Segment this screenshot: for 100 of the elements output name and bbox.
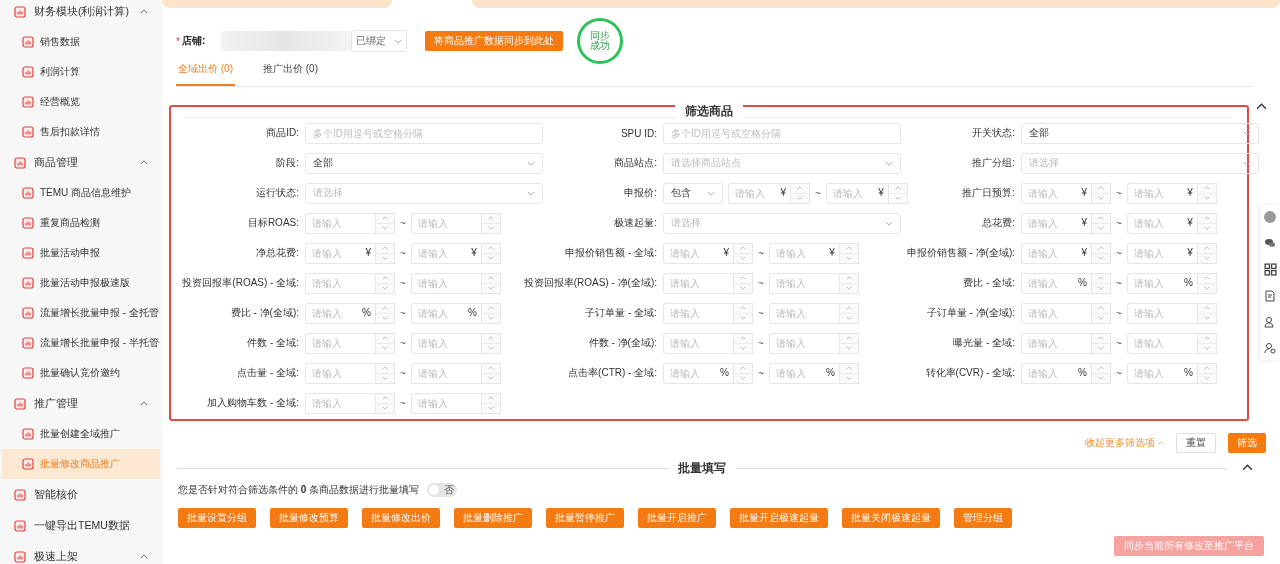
number-field[interactable]: 请输入 <box>410 272 481 294</box>
user-icon[interactable] <box>1264 316 1276 328</box>
stepper[interactable] <box>1091 362 1111 384</box>
stepper[interactable] <box>375 242 395 264</box>
stepper[interactable] <box>375 392 395 414</box>
menu-group[interactable]: 智能核价 <box>0 479 162 510</box>
stepper[interactable] <box>480 272 501 294</box>
number-field[interactable]: 请输入 <box>1021 302 1091 324</box>
unit-label: ¥ <box>365 246 371 259</box>
stepper[interactable] <box>733 302 753 324</box>
number-field[interactable]: 请输入 <box>768 302 839 324</box>
stepper[interactable] <box>790 182 810 204</box>
number-field[interactable]: 请输入 <box>305 212 375 234</box>
number-field[interactable]: 请输入 <box>410 392 481 414</box>
menu-group[interactable]: 极速上架 <box>0 541 162 564</box>
stepper[interactable] <box>733 242 753 264</box>
stepper[interactable] <box>1196 302 1217 324</box>
stepper[interactable] <box>1196 362 1217 384</box>
number-field[interactable]: 请输入 <box>768 332 839 354</box>
stepper[interactable] <box>838 332 859 354</box>
stepper[interactable] <box>1091 332 1111 354</box>
stepper[interactable] <box>1091 242 1111 264</box>
stepper[interactable] <box>1196 242 1217 264</box>
select-field[interactable]: 全部 <box>305 152 543 174</box>
stepper[interactable] <box>480 242 501 264</box>
menu-item[interactable]: 销售数据 <box>2 27 160 57</box>
stepper[interactable] <box>1091 212 1111 234</box>
stepper[interactable] <box>1196 182 1217 204</box>
number-field[interactable]: 请输入 <box>305 272 375 294</box>
stepper[interactable] <box>1091 302 1111 324</box>
chevron-up-icon <box>1203 336 1210 340</box>
number-field[interactable]: 请输入 <box>410 332 481 354</box>
menu-item[interactable]: 利润计算 <box>2 57 160 87</box>
number-field[interactable]: 请输入 <box>663 302 733 324</box>
tab[interactable]: 推广出价 (0) <box>261 58 320 86</box>
menu-item[interactable]: 批量创建全域推广 <box>2 419 160 449</box>
avatar-icon[interactable] <box>1264 211 1276 223</box>
stepper[interactable] <box>838 242 859 264</box>
menu-group[interactable]: 一键导出TEMU数据 <box>0 510 162 541</box>
chevron-down-icon <box>845 346 852 350</box>
menu-item[interactable]: TEMU 商品信息维护 <box>2 178 160 208</box>
number-field[interactable]: 请输入 <box>768 272 839 294</box>
number-field[interactable]: 请输入 <box>410 212 481 234</box>
qr-code-icon[interactable] <box>1263 263 1277 276</box>
stepper[interactable] <box>375 332 395 354</box>
collapse-toggle[interactable] <box>1256 103 1267 110</box>
menu-item[interactable]: 售后扣款详情 <box>2 117 160 147</box>
stepper[interactable] <box>375 272 395 294</box>
stepper[interactable] <box>375 302 395 324</box>
menu-item[interactable]: 经营概览 <box>2 87 160 117</box>
stepper[interactable] <box>838 272 859 294</box>
menu-item[interactable]: 批量活动申报极速版 <box>2 268 160 298</box>
stepper[interactable] <box>887 182 908 204</box>
stepper[interactable] <box>733 362 753 384</box>
reset-button[interactable]: 重置 <box>1176 433 1216 453</box>
stepper[interactable] <box>480 302 501 324</box>
stepper[interactable] <box>1091 182 1111 204</box>
number-field[interactable]: 请输入 <box>305 332 375 354</box>
stepper[interactable] <box>838 362 859 384</box>
top-tab[interactable] <box>162 0 392 8</box>
menu-item[interactable]: 重复商品检测 <box>2 208 160 238</box>
top-tab[interactable] <box>472 0 1280 8</box>
number-field[interactable]: 请输入 <box>663 272 733 294</box>
stepper[interactable] <box>375 362 395 384</box>
stepper[interactable] <box>1196 212 1217 234</box>
menu-group[interactable]: 商品管理 <box>0 147 162 178</box>
menu-item[interactable]: 批量确认竞价邀约 <box>2 358 160 388</box>
menu-group[interactable]: 财务模块(利润计算) <box>0 0 162 27</box>
stepper[interactable] <box>480 392 501 414</box>
toggle-switch[interactable]: 否 <box>427 483 458 497</box>
menu-item[interactable]: 批量活动申报 <box>2 238 160 268</box>
menu-group[interactable]: 推广管理 <box>0 388 162 419</box>
stepper[interactable] <box>1196 272 1217 294</box>
select-field[interactable]: 全部 <box>1021 122 1259 144</box>
document-edit-icon[interactable] <box>1264 290 1276 302</box>
stepper[interactable] <box>733 332 753 354</box>
user-settings-icon[interactable] <box>1264 342 1276 354</box>
number-field[interactable]: 请输入 <box>1021 332 1091 354</box>
stepper[interactable] <box>1196 332 1217 354</box>
menu-item[interactable]: 流量增长批量申报 - 半托管 <box>2 328 160 358</box>
number-field[interactable]: 请输入 <box>305 392 375 414</box>
stepper[interactable] <box>480 362 501 384</box>
collapse-toggle[interactable] <box>1242 464 1253 471</box>
select-field[interactable]: 已绑定 <box>351 30 408 52</box>
number-field[interactable]: 请输入 <box>1126 302 1197 324</box>
stepper[interactable] <box>480 332 501 354</box>
stepper[interactable] <box>480 212 501 234</box>
chevron-down-icon <box>740 286 746 290</box>
number-field[interactable]: 请输入 <box>305 362 375 384</box>
stepper[interactable] <box>1091 272 1111 294</box>
stepper[interactable] <box>733 272 753 294</box>
select-field[interactable]: 包含 <box>663 182 723 204</box>
number-field[interactable]: 请输入 <box>1126 332 1197 354</box>
stepper[interactable] <box>838 302 859 324</box>
chat-icon[interactable] <box>1264 237 1276 249</box>
unit-label: ¥ <box>1081 186 1087 199</box>
stepper[interactable] <box>375 212 395 234</box>
number-field[interactable]: 请输入 <box>410 362 481 384</box>
number-field[interactable]: 请输入 <box>663 332 733 354</box>
menu-item[interactable]: 流量增长批量申报 - 全托管 <box>2 298 160 328</box>
